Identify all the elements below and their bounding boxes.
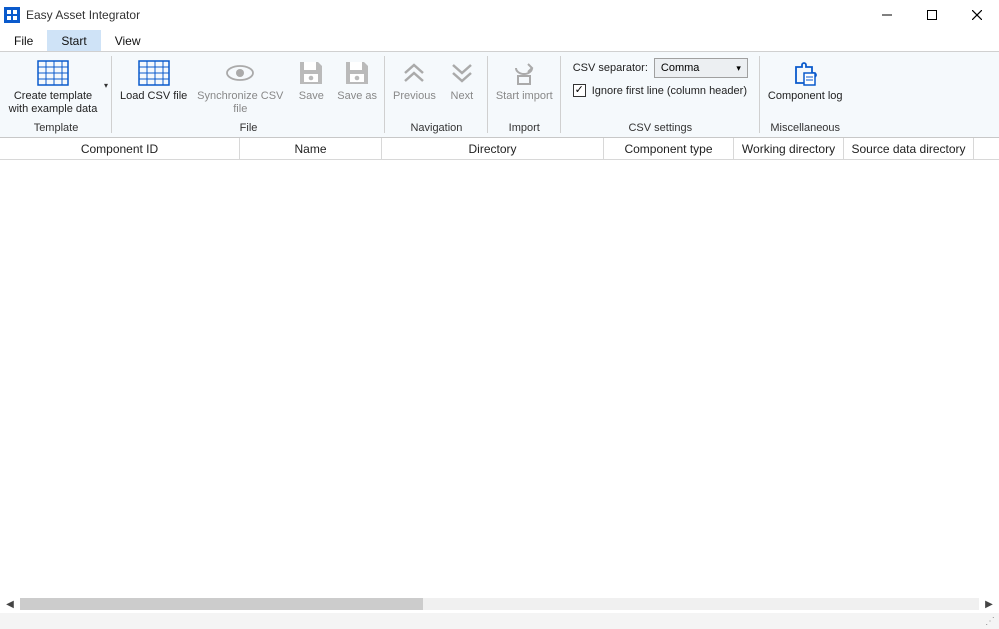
save-button[interactable]: Save	[289, 54, 333, 103]
statusbar: ⋰	[0, 613, 999, 629]
col-source-data-directory[interactable]: Source data directory	[844, 138, 974, 159]
load-csv-label: Load CSV file	[120, 90, 187, 103]
col-directory[interactable]: Directory	[382, 138, 604, 159]
eye-icon	[225, 56, 255, 90]
resize-grip-icon: ⋰	[985, 616, 995, 627]
scroll-thumb[interactable]	[20, 598, 423, 610]
maximize-button[interactable]	[909, 0, 954, 30]
scroll-right-arrow[interactable]: ▶	[981, 596, 997, 612]
previous-button[interactable]: Previous	[389, 54, 440, 103]
start-import-button[interactable]: Start import	[492, 54, 557, 103]
save-as-button[interactable]: Save as	[333, 54, 381, 103]
grid-columns: Component ID Name Directory Component ty…	[0, 138, 999, 160]
scroll-left-arrow[interactable]: ◀	[2, 596, 18, 612]
load-csv-button[interactable]: Load CSV file	[116, 54, 191, 103]
group-template: Create template with example data ▾ Temp…	[0, 52, 112, 137]
group-csv-settings: CSV separator: Comma ▾ ✓ Ignore first li…	[561, 52, 760, 137]
previous-label: Previous	[393, 90, 436, 103]
group-misc: Component log Miscellaneous	[760, 52, 851, 137]
puzzle-icon	[790, 56, 820, 90]
scroll-track[interactable]	[20, 598, 979, 610]
ignore-first-line-checkbox[interactable]: ✓	[573, 84, 586, 97]
group-import: Start import Import	[488, 52, 561, 137]
ignore-first-line-label: Ignore first line (column header)	[592, 85, 747, 97]
ribbon: Create template with example data ▾ Temp…	[0, 52, 999, 138]
group-navigation: Previous Next Navigation	[385, 52, 488, 137]
group-file: Load CSV file Synchronize CSV file	[112, 52, 385, 137]
menu-start[interactable]: Start	[47, 30, 100, 51]
csv-separator-value: Comma	[661, 62, 700, 74]
group-csv-title: CSV settings	[565, 121, 756, 137]
app-icon	[4, 7, 20, 23]
group-template-title: Template	[4, 121, 108, 137]
titlebar: Easy Asset Integrator	[0, 0, 999, 30]
col-working-directory[interactable]: Working directory	[734, 138, 844, 159]
app-title: Easy Asset Integrator	[26, 8, 140, 22]
menubar: File Start View	[0, 30, 999, 52]
csv-separator-select[interactable]: Comma ▾	[654, 58, 748, 78]
footer: ◀ ▶ ⋰	[0, 595, 999, 629]
sync-csv-button[interactable]: Synchronize CSV file	[191, 54, 289, 116]
component-log-button[interactable]: Component log	[764, 54, 847, 103]
minimize-button[interactable]	[864, 0, 909, 30]
save-icon	[298, 56, 324, 90]
save-icon	[344, 56, 370, 90]
component-log-label: Component log	[768, 90, 843, 103]
col-name[interactable]: Name	[240, 138, 382, 159]
csv-separator-label: CSV separator:	[573, 62, 648, 74]
menu-file[interactable]: File	[0, 30, 47, 51]
start-import-label: Start import	[496, 90, 553, 103]
create-template-label: Create template with example data	[8, 90, 98, 116]
group-misc-title: Miscellaneous	[764, 121, 847, 137]
chevrons-up-icon	[401, 56, 427, 90]
save-label: Save	[299, 90, 324, 103]
grid-body	[0, 160, 999, 595]
chevrons-down-icon	[449, 56, 475, 90]
menu-view[interactable]: View	[101, 30, 155, 51]
next-button[interactable]: Next	[440, 54, 484, 103]
col-component-id[interactable]: Component ID	[0, 138, 240, 159]
sync-csv-label: Synchronize CSV file	[195, 90, 285, 116]
create-template-button[interactable]: Create template with example data	[4, 54, 102, 116]
group-file-title: File	[116, 121, 381, 137]
group-navigation-title: Navigation	[389, 121, 484, 137]
close-button[interactable]	[954, 0, 999, 30]
chevron-down-icon: ▾	[736, 63, 741, 74]
saveas-label: Save as	[337, 90, 377, 103]
group-import-title: Import	[492, 121, 557, 137]
grid-icon	[138, 56, 170, 90]
next-label: Next	[451, 90, 474, 103]
horizontal-scrollbar[interactable]: ◀ ▶	[0, 595, 999, 613]
grid-icon	[37, 56, 69, 90]
col-component-type[interactable]: Component type	[604, 138, 734, 159]
import-icon	[510, 56, 538, 90]
chevron-down-icon[interactable]: ▾	[104, 81, 108, 90]
